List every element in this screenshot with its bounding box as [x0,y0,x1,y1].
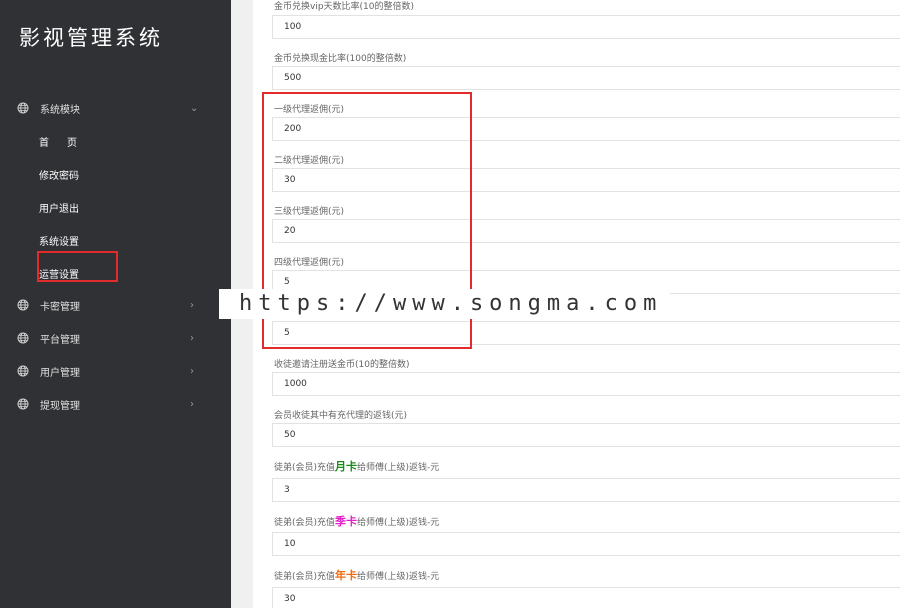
chevron-right-icon: › [190,365,194,377]
nav-group-label: 平台管理 [40,334,80,346]
field-label-agent-level-2: 二级代理返佣(元) [274,156,345,166]
monthly-card-rebate-input[interactable] [272,478,900,502]
nav-group-label: 系统模块 [40,104,80,116]
label-suffix: 给师傅(上级)返钱-元 [357,463,440,473]
agent-level-2-input[interactable] [272,168,900,192]
nav-group-label: 卡密管理 [40,301,80,313]
sidebar-item-label: 修改密码 [39,171,79,182]
field-label-coin-vip-ratio: 金币兑换vip天数比率(10的整倍数) [274,2,415,12]
watermark-text: https://www.songma.com [219,289,670,319]
agent-rebate-input[interactable] [272,423,900,447]
agent-level-3-input[interactable] [272,219,900,243]
field-label-quarterly-card-rebate: 徒弟(会员)充值季卡给师傅(上级)返钱-元 [274,513,439,529]
label-prefix: 徒弟(会员)充值 [274,518,336,528]
quarterly-card-rebate-input[interactable] [272,532,900,556]
nav-group-withdraw-management[interactable]: 提现管理 › [0,389,231,419]
field-label-agent-level-4: 四级代理返佣(元) [274,258,345,268]
nav-group-platform-management[interactable]: 平台管理 › [0,323,231,353]
nav-group-card-management[interactable]: 卡密管理 › [0,290,231,320]
sidebar-item-system-settings[interactable]: 系统设置 [0,225,231,253]
coin-vip-ratio-input[interactable] [272,15,900,39]
chevron-right-icon: › [190,398,194,410]
sidebar-item-label: 首页 [39,138,95,149]
invite-coins-input[interactable] [272,372,900,396]
globe-icon [17,365,29,377]
sidebar-item-logout[interactable]: 用户退出 [0,192,231,220]
globe-icon [17,299,29,311]
field-label-agent-level-3: 三级代理返佣(元) [274,207,345,217]
sidebar-item-label: 用户退出 [39,204,79,215]
sidebar-item-home[interactable]: 首页 [0,126,231,154]
quarterly-card-tag: 季卡 [335,515,358,528]
nav-group-label: 用户管理 [40,367,80,379]
sidebar-item-label: 运营设置 [39,270,79,281]
sidebar-item-label: 系统设置 [39,237,79,248]
field-label-agent-rebate: 会员收徒其中有充代理的返钱(元) [274,411,408,421]
sidebar: 影视管理系统 系统模块 ⌄ 首页 修改密码 用户退出 系统设置 运营设置 卡密管… [0,0,231,608]
nav-group-label: 提现管理 [40,400,80,412]
sidebar-item-operation-settings[interactable]: 运营设置 [0,258,231,286]
app-title: 影视管理系统 [19,26,163,50]
annual-card-tag: 年卡 [335,569,358,582]
chevron-down-icon: ⌄ [190,102,199,114]
field-label-monthly-card-rebate: 徒弟(会员)充值月卡给师傅(上级)返钱-元 [274,458,439,474]
label-prefix: 徒弟(会员)充值 [274,463,336,473]
agent-level-5-input[interactable] [272,321,900,345]
nav-group-system-module[interactable]: 系统模块 ⌄ [0,93,231,123]
field-label-annual-card-rebate: 徒弟(会员)充值年卡给师傅(上级)返钱-元 [274,567,439,583]
chevron-right-icon: › [190,299,194,311]
field-label-invite-coins: 收徒邀请注册送金币(10的整倍数) [274,360,410,370]
label-prefix: 徒弟(会员)充值 [274,572,336,582]
coin-cash-ratio-input[interactable] [272,66,900,90]
annual-card-rebate-input[interactable] [272,587,900,608]
chevron-right-icon: › [190,332,194,344]
agent-level-1-input[interactable] [272,117,900,141]
label-suffix: 给师傅(上级)返钱-元 [357,572,440,582]
label-suffix: 给师傅(上级)返钱-元 [357,518,440,528]
globe-icon [17,398,29,410]
globe-icon [17,102,29,114]
globe-icon [17,332,29,344]
sidebar-item-change-password[interactable]: 修改密码 [0,159,231,187]
monthly-card-tag: 月卡 [335,460,358,473]
nav-group-user-management[interactable]: 用户管理 › [0,356,231,386]
field-label-coin-cash-ratio: 金币兑换现金比率(100的整倍数) [274,54,407,64]
field-label-agent-level-1: 一级代理返佣(元) [274,105,345,115]
